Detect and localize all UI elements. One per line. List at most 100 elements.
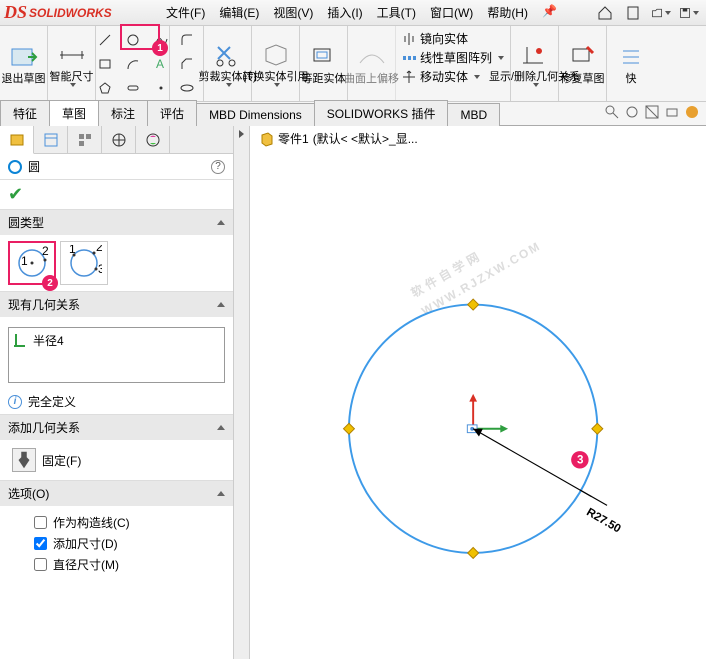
view-normal-icon[interactable] bbox=[664, 104, 680, 123]
manager-tabs bbox=[0, 126, 233, 154]
fix-label: 固定(F) bbox=[42, 452, 81, 469]
sec-options-label: 选项(O) bbox=[8, 485, 49, 502]
chamfer-tool[interactable] bbox=[174, 53, 200, 75]
transform-group: 镜向实体 线性草图阵列 移动实体 bbox=[396, 26, 511, 101]
add-dim-checkbox[interactable] bbox=[34, 537, 47, 550]
save-icon[interactable] bbox=[678, 2, 700, 24]
sketch-origin[interactable] bbox=[467, 394, 508, 433]
menu-tools[interactable]: 工具(T) bbox=[377, 4, 416, 21]
panel-header: 圆 ? bbox=[0, 154, 233, 180]
sec-existing-label: 现有几何关系 bbox=[8, 296, 80, 313]
ok-button[interactable]: ✔ bbox=[0, 180, 233, 209]
app-brand: SOLIDWORKS bbox=[29, 6, 112, 20]
command-manager-tabs: 特征 草图 标注 评估 MBD Dimensions SOLIDWORKS 插件… bbox=[0, 102, 706, 126]
smart-dimension-button[interactable]: 智能尺寸 bbox=[48, 26, 96, 101]
chevron-up-icon bbox=[217, 425, 225, 430]
config-tab[interactable] bbox=[68, 126, 102, 154]
feature-tree-tab[interactable] bbox=[0, 126, 34, 154]
menu-view[interactable]: 视图(V) bbox=[273, 4, 313, 21]
tab-sw-addins[interactable]: SOLIDWORKS 插件 bbox=[314, 100, 449, 126]
center-circle-type[interactable]: 12 2 bbox=[8, 241, 56, 285]
perimeter-circle-type[interactable]: 1 2 3 bbox=[60, 241, 108, 285]
section-view-icon[interactable] bbox=[644, 104, 660, 123]
zoom-icon[interactable] bbox=[624, 104, 640, 123]
menu-window[interactable]: 窗口(W) bbox=[430, 4, 473, 21]
new-doc-icon[interactable] bbox=[622, 2, 644, 24]
rect-tool[interactable] bbox=[92, 53, 118, 75]
annotation-badge-1: 1 bbox=[152, 40, 168, 56]
construction-checkbox[interactable] bbox=[34, 516, 47, 529]
svg-text:1: 1 bbox=[69, 245, 76, 256]
exit-sketch-button[interactable]: 退出草图 bbox=[0, 26, 48, 101]
part-icon bbox=[258, 131, 274, 147]
open-icon[interactable] bbox=[650, 2, 672, 24]
section-existing-relations: 现有几何关系 半径4 i 完全定义 bbox=[0, 291, 233, 414]
tab-annotate[interactable]: 标注 bbox=[98, 100, 148, 126]
section-add-relations: 添加几何关系 固定(F) bbox=[0, 414, 233, 480]
svg-text:2: 2 bbox=[96, 245, 102, 254]
section-options: 选项(O) 作为构造线(C) 添加尺寸(D) 直径尺寸(M) bbox=[0, 480, 233, 581]
ellipse-tool[interactable] bbox=[174, 77, 200, 99]
property-manager: 圆 ? ✔ 圆类型 12 2 1 2 3 现有几何关系 bbox=[0, 126, 234, 659]
definition-status: i 完全定义 bbox=[0, 389, 233, 414]
tab-mbd[interactable]: MBD bbox=[447, 103, 500, 126]
title-bar-right bbox=[594, 2, 706, 24]
sketch-canvas[interactable]: R27.50 3 bbox=[250, 150, 706, 659]
menu-bar: 文件(F) 编辑(E) 视图(V) 插入(I) 工具(T) 窗口(W) 帮助(H… bbox=[166, 4, 557, 21]
svg-text:3: 3 bbox=[98, 262, 102, 276]
show-relations-button[interactable]: 显示/删除几何关系 bbox=[511, 26, 559, 101]
title-bar: DS SOLIDWORKS 文件(F) 编辑(E) 视图(V) 插入(I) 工具… bbox=[0, 0, 706, 26]
relation-icon bbox=[13, 332, 29, 348]
polygon-tool[interactable] bbox=[92, 77, 118, 99]
radius-label: R27.50 bbox=[584, 505, 623, 535]
ribbon: 退出草图 智能尺寸 A 1 剪裁实体(T) 转换实体引用 等距实体 曲面上偏移 … bbox=[0, 26, 706, 102]
linear-pattern-button[interactable]: 线性草图阵列 bbox=[402, 49, 504, 66]
quick-button[interactable]: 快 bbox=[607, 26, 655, 101]
menu-edit[interactable]: 编辑(E) bbox=[219, 4, 259, 21]
search-icon[interactable] bbox=[604, 104, 620, 123]
diameter-checkbox[interactable] bbox=[34, 558, 47, 571]
svg-text:2: 2 bbox=[42, 245, 49, 258]
tab-mbd-dim[interactable]: MBD Dimensions bbox=[196, 103, 315, 126]
help-icon[interactable]: ? bbox=[211, 160, 225, 174]
flyout-arrow-icon bbox=[239, 130, 244, 138]
appearance-tab[interactable] bbox=[136, 126, 170, 154]
panel-title: 圆 bbox=[28, 158, 40, 175]
home-icon[interactable] bbox=[594, 2, 616, 24]
menu-file[interactable]: 文件(F) bbox=[166, 4, 205, 21]
tab-sketch[interactable]: 草图 bbox=[49, 100, 99, 126]
oncurve-offset-button[interactable]: 曲面上偏移 bbox=[348, 26, 396, 101]
sec-add-label: 添加几何关系 bbox=[8, 419, 80, 436]
menu-insert[interactable]: 插入(I) bbox=[327, 4, 362, 21]
fillet-tool[interactable] bbox=[174, 29, 200, 51]
breadcrumb-part[interactable]: 零件1 bbox=[278, 130, 309, 147]
convert-button[interactable]: 转换实体引用 bbox=[252, 26, 300, 101]
arc-tool[interactable] bbox=[120, 53, 146, 75]
circle-icon bbox=[8, 160, 22, 174]
tab-features[interactable]: 特征 bbox=[0, 100, 50, 126]
graphics-area[interactable]: 零件1 (默认< <默认>_显... 软件自学网 WWW.RJZXW.COM bbox=[234, 126, 706, 659]
breadcrumb-config[interactable]: (默认< <默认>_显... bbox=[313, 130, 418, 147]
dimxpert-tab[interactable] bbox=[102, 126, 136, 154]
flyout-gutter[interactable] bbox=[234, 126, 250, 659]
radius-dimension[interactable]: R27.50 bbox=[473, 429, 623, 536]
line-tool[interactable] bbox=[92, 29, 118, 51]
slot-tool[interactable] bbox=[120, 77, 146, 99]
sec-type-label: 圆类型 bbox=[8, 214, 44, 231]
fix-relation-button[interactable] bbox=[12, 448, 36, 472]
trim-button[interactable]: 剪裁实体(T) bbox=[204, 26, 252, 101]
app-logo: DS SOLIDWORKS bbox=[0, 0, 150, 26]
svg-text:A: A bbox=[156, 57, 164, 71]
menu-pin-icon[interactable]: 📌 bbox=[542, 4, 557, 21]
offset-button[interactable]: 等距实体 bbox=[300, 26, 348, 101]
mirror-button[interactable]: 镜向实体 bbox=[402, 30, 504, 47]
appearance-icon[interactable] bbox=[684, 104, 700, 123]
tab-evaluate[interactable]: 评估 bbox=[147, 100, 197, 126]
chevron-up-icon bbox=[217, 491, 225, 496]
menu-help[interactable]: 帮助(H) bbox=[487, 4, 528, 21]
relations-list[interactable]: 半径4 bbox=[8, 327, 225, 383]
sketch-tools-grid-2 bbox=[170, 26, 204, 101]
main-area: 圆 ? ✔ 圆类型 12 2 1 2 3 现有几何关系 bbox=[0, 126, 706, 659]
repair-sketch-button[interactable]: 修复草图 bbox=[559, 26, 607, 101]
property-tab[interactable] bbox=[34, 126, 68, 154]
